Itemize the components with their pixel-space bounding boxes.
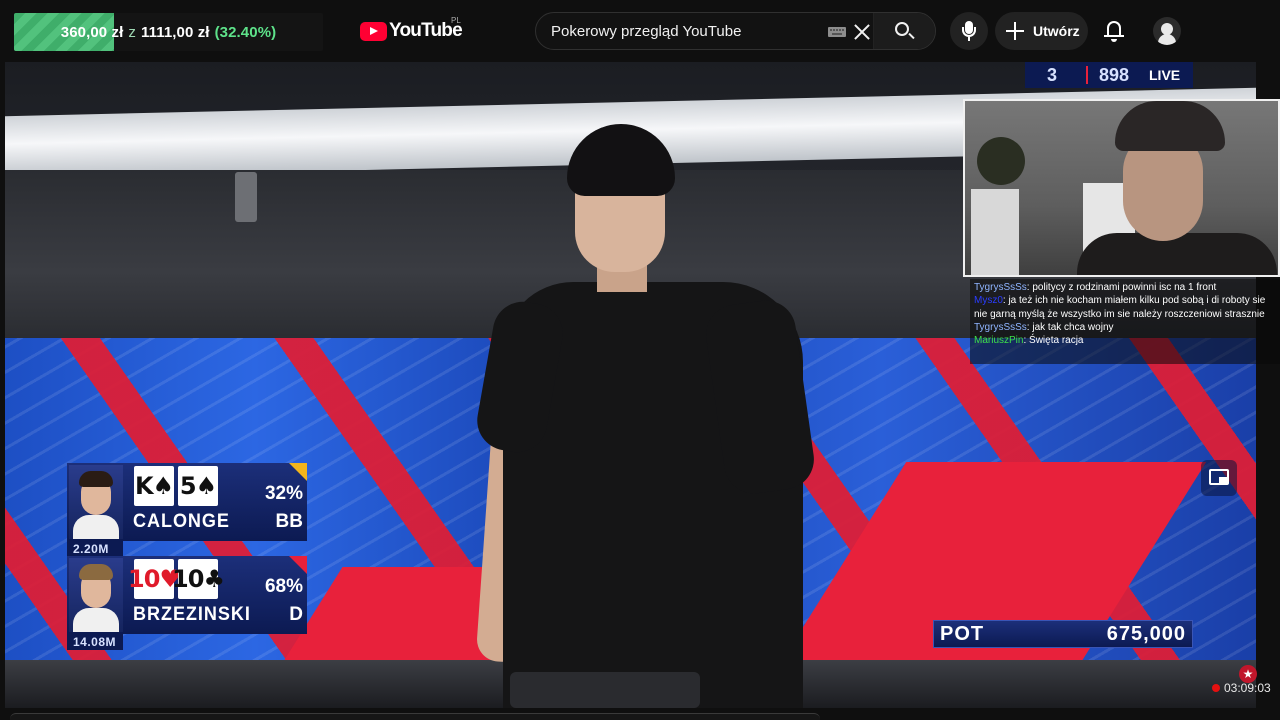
- bell-icon-base: [1104, 35, 1124, 37]
- webcam-plant: [977, 137, 1025, 185]
- live-strip: 3 898 LIVE: [1025, 62, 1193, 88]
- goal-separator: z: [128, 23, 136, 41]
- chat-message: Mysz0: ja też ich nie kocham miałem kilk…: [974, 294, 1276, 321]
- player-position: BB: [275, 511, 303, 532]
- search-icon-handle: [908, 32, 915, 40]
- player-stack: 14.08M: [67, 634, 123, 650]
- goal-percent: (32.40%): [214, 23, 277, 41]
- create-label: Utwórz: [1033, 23, 1080, 39]
- clear-icon[interactable]: [852, 22, 872, 42]
- chat-username[interactable]: Mysz0: [974, 295, 1003, 306]
- goal-text: 360,00 zł z 1111,00 zł (32.40%): [14, 13, 323, 51]
- pot-value: 675,000: [1106, 623, 1186, 645]
- goal-current: 360,00 zł: [60, 23, 124, 41]
- miniplayer-icon-inner: [1219, 477, 1227, 483]
- chat-message: TygrysSsSs: jak tak chca wojny: [974, 321, 1276, 334]
- hud-corner-marker: [289, 463, 307, 481]
- bell-icon-clapper: [1111, 39, 1117, 42]
- hud-corner-marker: [289, 556, 307, 574]
- pot-label: POT: [940, 623, 985, 645]
- player-name: CALONGE: [133, 511, 230, 532]
- voice-search-button[interactable]: [950, 12, 988, 50]
- chat-username[interactable]: TygrysSsSs: [974, 282, 1027, 293]
- photo-hair: [79, 564, 113, 580]
- figure-hair: [567, 124, 675, 196]
- avatar[interactable]: [1153, 17, 1181, 45]
- region-code: PL: [451, 16, 461, 25]
- streamer-cap: [1115, 101, 1225, 151]
- live-badge: LIVE: [1149, 67, 1181, 83]
- hole-card-2: 10♣: [172, 559, 225, 599]
- player-figure: [472, 92, 818, 708]
- chat-message: TygrysSsSs: politycy z rodzinami powinni…: [974, 281, 1276, 294]
- chat-message: MariuszPin: Święta racja: [974, 334, 1276, 347]
- equity: 32%: [264, 483, 303, 504]
- hole-card-1: 10♥: [128, 559, 181, 599]
- recording-time: 03:09:03: [1224, 681, 1271, 695]
- youtube-logo[interactable]: YouTube PL: [360, 16, 463, 44]
- recording-dot: [1212, 684, 1220, 692]
- chat-text: : ja też ich nie kocham miałem kilku pod…: [974, 295, 1266, 320]
- hole-card-2: 5♠: [178, 466, 218, 506]
- notifications-button[interactable]: [1101, 18, 1127, 44]
- equity: 68%: [264, 576, 303, 597]
- search-input[interactable]: Pokerowy przegląd YouTube: [551, 13, 821, 49]
- chat-text: : jak tak chca wojny: [1026, 321, 1114, 333]
- hud-player-1: K♠ 5♠ 32% CALONGE BB 2.20M: [67, 463, 307, 557]
- bottom-panel-edge: [10, 713, 820, 720]
- scene-chair: [510, 672, 700, 708]
- youtube-play-icon: [360, 21, 387, 41]
- chat-username[interactable]: TygrysSsSs: [974, 322, 1027, 333]
- webcam-overlay: [963, 99, 1280, 277]
- search-box: Pokerowy przegląd YouTube: [535, 12, 936, 50]
- pot-display: POT 675,000: [933, 620, 1193, 648]
- miniplayer-button[interactable]: [1201, 460, 1237, 496]
- create-button[interactable]: Utwórz: [995, 12, 1088, 50]
- photo-body: [73, 608, 119, 632]
- chat-overlay: TygrysSsSs: politycy z rodzinami powinni…: [970, 279, 1280, 364]
- hud-player-2: 10♥ 10♣ 68% BRZEZINSKI D 14.08M: [67, 556, 307, 650]
- player-stack: 2.20M: [67, 541, 123, 557]
- live-strip-value: 3: [1047, 65, 1058, 85]
- live-strip-value: 898: [1099, 65, 1130, 85]
- photo-body: [73, 515, 119, 539]
- keyboard-icon[interactable]: [828, 27, 846, 37]
- photo-hair: [79, 471, 113, 487]
- player-photo: [69, 465, 123, 539]
- mic-icon-cup: [962, 27, 976, 37]
- chat-username[interactable]: MariuszPin: [974, 335, 1023, 346]
- scene-stand: [235, 172, 257, 222]
- webcam-door: [971, 189, 1019, 275]
- player-position: D: [289, 604, 303, 625]
- live-strip-divider: [1086, 66, 1088, 84]
- player-name: BRZEZINSKI: [133, 604, 251, 625]
- chat-text: : politycy z rodzinami powinni isc na 1 …: [1026, 282, 1217, 293]
- mic-icon-stem: [968, 37, 970, 41]
- streamer-body: [1077, 233, 1277, 275]
- search-button[interactable]: [873, 13, 935, 49]
- avatar-body: [1158, 34, 1176, 45]
- player-photo: [69, 558, 123, 632]
- top-bar: 360,00 zł z 1111,00 zł (32.40%) YouTube …: [0, 0, 1280, 62]
- hole-card-1: K♠: [134, 466, 174, 506]
- goal-target: 1111,00 zł: [140, 23, 210, 41]
- donation-goal-widget: 360,00 zł z 1111,00 zł (32.40%): [14, 13, 323, 51]
- plus-icon: [1006, 22, 1024, 40]
- bell-icon: [1107, 21, 1121, 36]
- chat-text: : Święta racja: [1023, 335, 1084, 347]
- search-icon: [895, 22, 909, 36]
